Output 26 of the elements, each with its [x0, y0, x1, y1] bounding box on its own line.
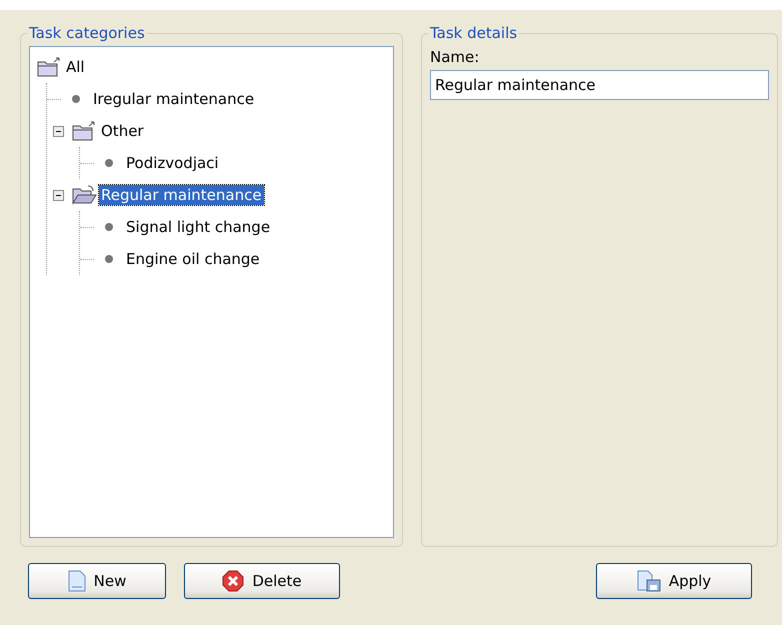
delete-button[interactable]: Delete — [184, 563, 340, 599]
collapse-icon[interactable] — [52, 126, 64, 136]
bullet-icon — [105, 255, 113, 263]
tree-item[interactable]: Podizvodjaci — [124, 153, 221, 173]
apply-button[interactable]: Apply — [596, 563, 752, 599]
open-folder-icon — [71, 184, 97, 206]
bullet-icon — [105, 159, 113, 167]
tree-item[interactable]: Iregular maintenance — [91, 89, 256, 109]
bullet-icon — [72, 95, 80, 103]
name-field[interactable]: Regular maintenance — [430, 70, 769, 100]
group-title: Task categories — [28, 24, 146, 42]
document-icon — [68, 570, 86, 592]
delete-icon — [222, 570, 244, 592]
folder-icon — [36, 56, 62, 78]
new-button[interactable]: New — [28, 563, 166, 599]
save-icon — [636, 570, 661, 592]
bullet-icon — [105, 223, 113, 231]
tree-item[interactable]: Signal light change — [124, 217, 272, 237]
tree-item[interactable]: Engine oil change — [124, 249, 262, 269]
folder-icon — [71, 120, 97, 142]
tree-item[interactable]: All — [64, 57, 87, 77]
group-title: Task details — [428, 24, 518, 42]
field-label: Name: — [430, 48, 480, 66]
collapse-icon[interactable] — [52, 190, 64, 200]
tree-item[interactable]: Other — [99, 121, 146, 141]
tree-item[interactable]: Regular maintenance — [99, 185, 264, 205]
